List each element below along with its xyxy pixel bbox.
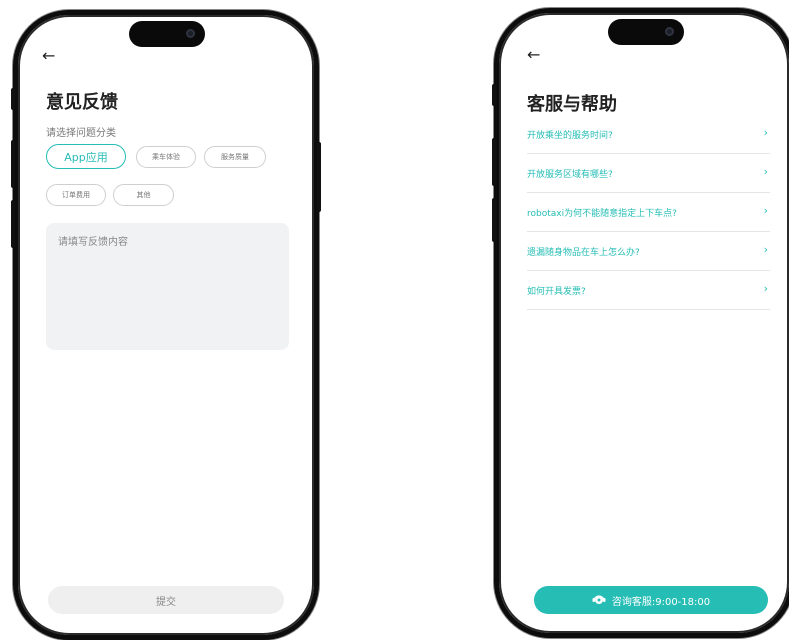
consult-customer-service-button[interactable]: 咨询客服:9:00-18:00 — [534, 586, 768, 614]
category-chip-ride[interactable]: 乘车体验 — [136, 146, 196, 168]
faq-question: 如何开具发票? — [527, 287, 586, 297]
phone-side-button — [492, 198, 496, 242]
submit-button[interactable]: 提交 — [48, 586, 284, 614]
consult-label: 咨询客服:9:00-18:00 — [611, 596, 711, 608]
category-chip-service[interactable]: 服务质量 — [204, 146, 266, 168]
category-chip-app[interactable]: App应用 — [46, 144, 126, 169]
faq-question: robotaxi为何不能随意指定上下车点? — [527, 209, 677, 219]
phone-side-button — [11, 88, 15, 110]
page-title: 意见反馈 — [46, 92, 118, 113]
chevron-right-icon: › — [763, 243, 768, 256]
faq-item[interactable]: 遗漏随身物品在车上怎么办? › — [527, 232, 770, 271]
dynamic-island — [129, 21, 205, 47]
category-prompt: 请选择问题分类 — [46, 128, 116, 139]
dynamic-island — [608, 19, 684, 45]
faq-item[interactable]: 开放乘坐的服务时间? › — [527, 115, 770, 154]
faq-item[interactable]: 开放服务区域有哪些? › — [527, 154, 770, 193]
phone-side-button — [492, 138, 496, 186]
feedback-textarea[interactable]: 请填写反馈内容 — [46, 223, 289, 350]
chevron-right-icon: › — [763, 282, 768, 295]
camera-icon — [186, 29, 195, 38]
page-title: 客服与帮助 — [527, 94, 617, 115]
chevron-right-icon: › — [763, 165, 768, 178]
phone-side-button — [492, 84, 496, 106]
faq-question: 开放服务区域有哪些? — [527, 170, 613, 180]
camera-icon — [665, 27, 674, 36]
phone-side-button — [11, 200, 15, 248]
headset-icon — [592, 595, 606, 604]
phone-side-button — [11, 140, 15, 188]
category-chip-other[interactable]: 其他 — [113, 184, 174, 206]
faq-question: 遗漏随身物品在车上怎么办? — [527, 248, 640, 258]
chevron-right-icon: › — [763, 126, 768, 139]
back-arrow-icon[interactable]: ← — [42, 46, 55, 65]
back-arrow-icon[interactable]: ← — [527, 45, 540, 64]
phone-side-button — [317, 142, 321, 212]
category-chip-order[interactable]: 订单费用 — [46, 184, 106, 206]
faq-question: 开放乘坐的服务时间? — [527, 131, 613, 141]
faq-item[interactable]: robotaxi为何不能随意指定上下车点? › — [527, 193, 770, 232]
chevron-right-icon: › — [763, 204, 768, 217]
faq-item[interactable]: 如何开具发票? › — [527, 271, 770, 310]
